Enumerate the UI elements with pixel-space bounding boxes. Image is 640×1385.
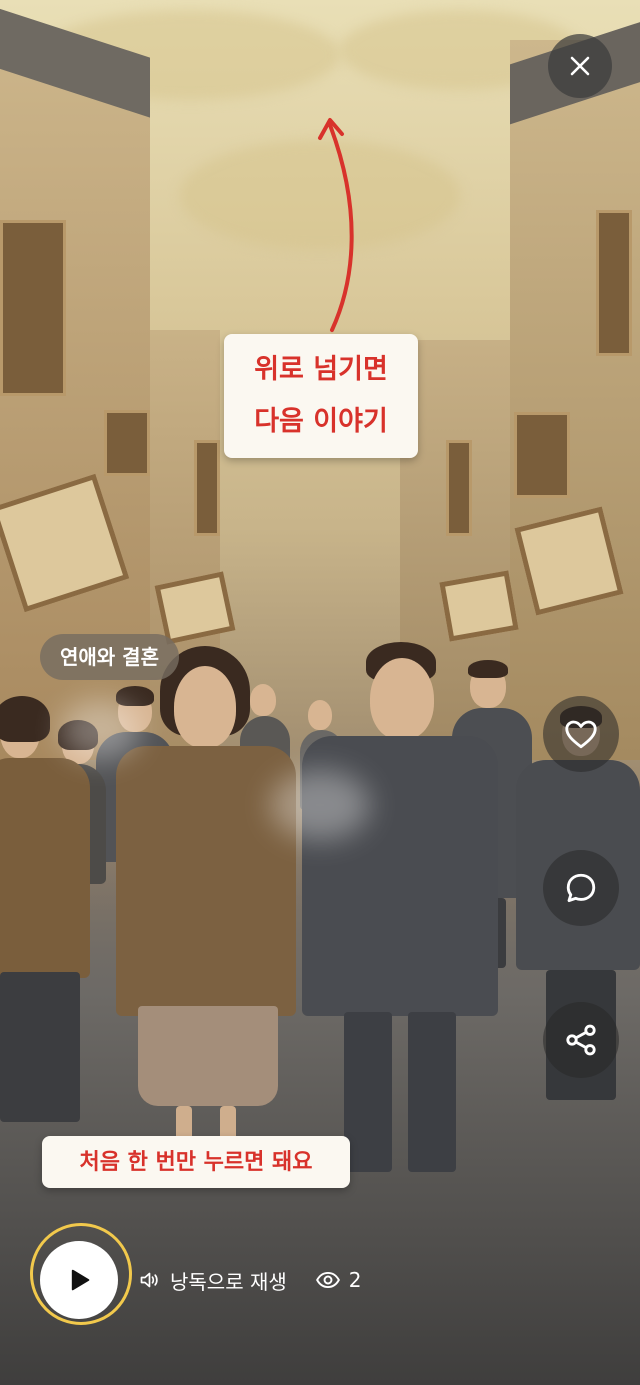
read-aloud-row[interactable]: 낭독으로 재생 2 bbox=[138, 1262, 362, 1298]
eye-icon bbox=[315, 1271, 340, 1289]
comment-button[interactable] bbox=[543, 850, 619, 926]
story-viewer: 위로 넘기면 다음 이야기 연애와 결혼 처음 한 번만 누르면 돼요 낭독으로… bbox=[0, 0, 640, 1385]
swipe-up-arrow-icon bbox=[318, 118, 354, 332]
swipe-hint-line2: 다음 이야기 bbox=[254, 406, 388, 437]
tap-hint-text: 처음 한 번만 누르면 돼요 bbox=[79, 1149, 313, 1175]
share-icon bbox=[566, 1024, 596, 1056]
share-button[interactable] bbox=[543, 1002, 619, 1078]
tap-hint-card: 처음 한 번만 누르면 돼요 bbox=[42, 1136, 350, 1188]
close-icon bbox=[570, 56, 590, 76]
play-button[interactable] bbox=[40, 1241, 118, 1319]
view-count: 2 bbox=[315, 1267, 362, 1293]
comment-icon bbox=[566, 873, 596, 903]
heart-icon bbox=[565, 720, 597, 749]
like-button[interactable] bbox=[543, 696, 619, 772]
swipe-hint-line1: 위로 넘기면 bbox=[254, 354, 388, 385]
category-tag[interactable]: 연애와 결혼 bbox=[40, 634, 179, 680]
play-icon bbox=[71, 1269, 90, 1291]
swipe-hint-card: 위로 넘기면 다음 이야기 bbox=[224, 334, 418, 458]
speaker-icon bbox=[140, 1272, 158, 1288]
close-button[interactable] bbox=[548, 34, 612, 98]
read-aloud-label[interactable]: 낭독으로 재생 bbox=[170, 1266, 287, 1295]
view-count-value: 2 bbox=[348, 1268, 362, 1292]
